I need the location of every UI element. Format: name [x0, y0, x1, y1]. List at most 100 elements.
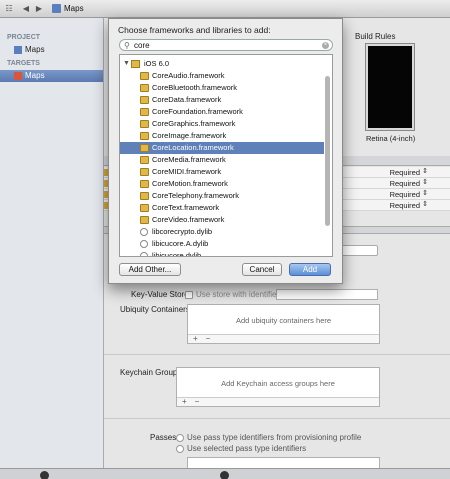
list-item-label: CoreMIDI.framework [152, 167, 222, 176]
targets-header: TARGETS [7, 60, 40, 67]
updown-arrow-icon: ⇕ [422, 168, 428, 175]
library-icon [140, 228, 148, 236]
scrollbar-thumb[interactable] [325, 76, 330, 226]
framework-icon [140, 192, 149, 200]
list-item-label: CoreTelephony.framework [152, 191, 239, 200]
list-item-label: CoreFoundation.framework [152, 107, 243, 116]
required-popup[interactable]: Required [390, 190, 420, 199]
list-item[interactable]: CoreGraphics.framework [120, 118, 324, 130]
passes-option-selected[interactable]: Use selected pass type identifiers [176, 444, 306, 453]
library-icon [140, 240, 148, 248]
keyvalue-identifier-field[interactable] [276, 289, 378, 300]
list-item[interactable]: libicucore.A.dylib [120, 238, 324, 250]
list-item[interactable]: CoreImage.framework [120, 130, 324, 142]
passes-option-profile[interactable]: Use pass type identifiers from provision… [176, 433, 361, 442]
search-icon: ⚲ [124, 41, 130, 50]
keychain-placeholder: Add Keychain access groups here [221, 379, 335, 388]
clear-search-icon[interactable]: × [322, 42, 329, 49]
framework-list[interactable]: ▼ iOS 6.0 CoreAudio.framework CoreBluetoo… [119, 54, 333, 257]
launch-image-well[interactable] [365, 43, 415, 131]
list-item[interactable]: CoreTelephony.framework [120, 190, 324, 202]
remove-button[interactable]: − [195, 397, 200, 406]
target-item-maps[interactable]: Maps [0, 70, 103, 82]
updown-arrow-icon: ⇕ [422, 190, 428, 197]
radio-icon [176, 433, 184, 442]
retina-label: Retina (4-inch) [366, 134, 416, 143]
list-item-label: CoreGraphics.framework [152, 119, 236, 128]
add-frameworks-sheet: Choose frameworks and libraries to add: … [108, 18, 343, 284]
list-item[interactable]: libicucore.dylib [120, 250, 324, 257]
passes-option-profile-label: Use pass type identifiers from provision… [187, 433, 362, 442]
project-item-maps[interactable]: Maps [0, 44, 103, 56]
required-popup[interactable]: Required [390, 179, 420, 188]
list-item-label: CoreImage.framework [152, 131, 227, 140]
add-button[interactable]: + [193, 334, 198, 343]
required-popup[interactable]: Required [390, 168, 420, 177]
list-item[interactable]: CoreMedia.framework [120, 154, 324, 166]
target-item-label: Maps [25, 71, 45, 80]
ubiquity-label: Ubiquity Containers [120, 305, 190, 314]
add-button[interactable]: + [182, 397, 187, 406]
project-icon [52, 4, 61, 14]
framework-icon [140, 180, 149, 188]
forward-arrow-icon[interactable]: ▶ [33, 3, 45, 15]
list-toolbar: + − [177, 397, 379, 406]
list-scrollbar[interactable] [325, 58, 330, 254]
project-outline: PROJECT Maps TARGETS Maps [0, 18, 104, 479]
keychain-groups-list[interactable]: Add Keychain access groups here + − [176, 367, 380, 407]
checkbox-icon [185, 290, 193, 299]
list-item-label: CoreText.framework [152, 203, 220, 212]
library-icon [140, 252, 148, 256]
framework-icon [140, 96, 149, 104]
list-item[interactable]: CoreText.framework [120, 202, 324, 214]
ubiquity-placeholder: Add ubiquity containers here [235, 316, 332, 325]
divider [104, 354, 450, 355]
add-other-button[interactable]: Add Other... [119, 263, 181, 276]
search-field[interactable]: ⚲ core × [119, 39, 333, 51]
list-item[interactable]: CoreMIDI.framework [120, 166, 324, 178]
framework-icon [140, 84, 149, 92]
group-row-ios[interactable]: ▼ iOS 6.0 [120, 58, 324, 70]
sdk-folder-icon [131, 60, 140, 68]
project-item-label: Maps [25, 45, 45, 54]
framework-icon [140, 156, 149, 164]
info-icon[interactable] [220, 471, 229, 479]
required-popup[interactable]: Required [390, 201, 420, 210]
info-icon[interactable] [40, 471, 49, 479]
sheet-title: Choose frameworks and libraries to add: [118, 25, 271, 35]
list-item-label: CoreMedia.framework [152, 155, 226, 164]
remove-button[interactable]: − [206, 334, 211, 343]
list-toolbar: + − [188, 334, 379, 343]
list-item-label: libicucore.dylib [152, 251, 202, 257]
breadcrumb[interactable]: Maps [52, 3, 84, 15]
disclosure-triangle-icon[interactable]: ▼ [123, 58, 130, 70]
keyvalue-label: Key-Value Store [131, 290, 189, 299]
list-item-label: CoreBluetooth.framework [152, 83, 238, 92]
list-item[interactable]: CoreFoundation.framework [120, 106, 324, 118]
project-header: PROJECT [7, 34, 41, 41]
list-item[interactable]: CoreMotion.framework [120, 178, 324, 190]
list-item[interactable]: CoreLocation.framework [120, 142, 324, 154]
list-item-label: libcorecrypto.dylib [152, 227, 213, 236]
cancel-button[interactable]: Cancel [242, 263, 282, 276]
related-items-icon[interactable]: ☷ [3, 3, 15, 15]
keyvalue-checkbox-label: Use store with identifier [196, 290, 280, 299]
list-item[interactable]: CoreAudio.framework [120, 70, 324, 82]
add-button[interactable]: Add [289, 263, 331, 276]
framework-icon [140, 168, 149, 176]
list-item[interactable]: CoreVideo.framework [120, 214, 324, 226]
framework-icon [140, 216, 149, 224]
list-item[interactable]: CoreBluetooth.framework [120, 82, 324, 94]
keyvalue-checkbox[interactable]: Use store with identifier [185, 290, 279, 299]
search-input[interactable]: core [134, 41, 150, 51]
back-arrow-icon[interactable]: ◀ [20, 3, 32, 15]
list-item-label: CoreMotion.framework [152, 179, 228, 188]
divider [104, 418, 450, 419]
list-item-label: libicucore.A.dylib [152, 239, 209, 248]
list-item[interactable]: libcorecrypto.dylib [120, 226, 324, 238]
ubiquity-containers-list[interactable]: Add ubiquity containers here + − [187, 304, 380, 344]
list-item[interactable]: CoreData.framework [120, 94, 324, 106]
tab-build-rules[interactable]: Build Rules [355, 32, 395, 41]
framework-icon [140, 204, 149, 212]
updown-arrow-icon: ⇕ [422, 179, 428, 186]
